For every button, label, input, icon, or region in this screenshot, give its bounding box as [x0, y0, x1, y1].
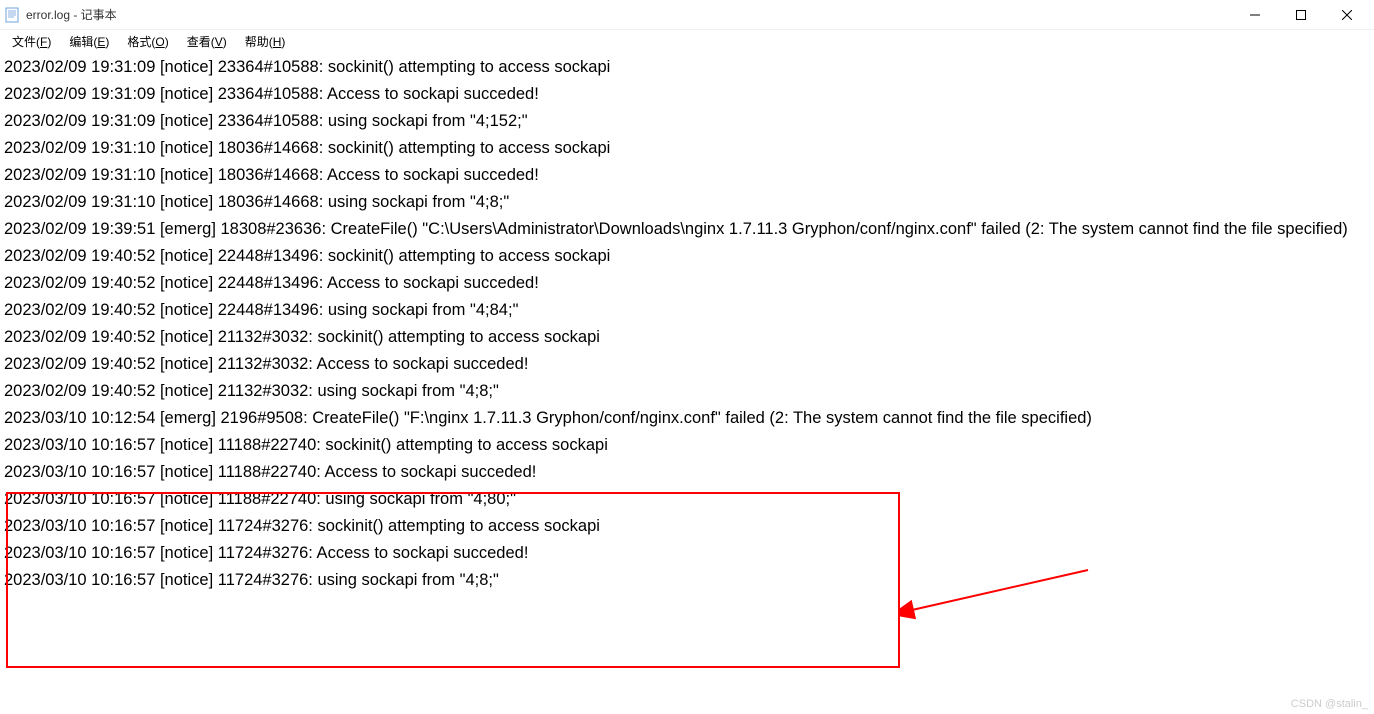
watermark: CSDN @stalin_: [1291, 698, 1368, 710]
close-button[interactable]: [1324, 0, 1370, 30]
menu-edit[interactable]: 编辑(E): [61, 31, 117, 52]
window-title: error.log - 记事本: [26, 6, 1232, 23]
window-controls: [1232, 0, 1370, 30]
menubar: 文件(F) 编辑(E) 格式(O) 查看(V) 帮助(H): [0, 30, 1374, 52]
menu-file[interactable]: 文件(F): [4, 31, 59, 52]
menu-help[interactable]: 帮助(H): [237, 31, 294, 52]
titlebar: error.log - 记事本: [0, 0, 1374, 30]
notepad-icon: [4, 7, 20, 23]
minimize-button[interactable]: [1232, 0, 1278, 30]
text-area[interactable]: 2023/02/09 19:31:09 [notice] 23364#10588…: [0, 52, 1374, 692]
menu-format[interactable]: 格式(O): [119, 31, 176, 52]
maximize-button[interactable]: [1278, 0, 1324, 30]
menu-view[interactable]: 查看(V): [179, 31, 235, 52]
